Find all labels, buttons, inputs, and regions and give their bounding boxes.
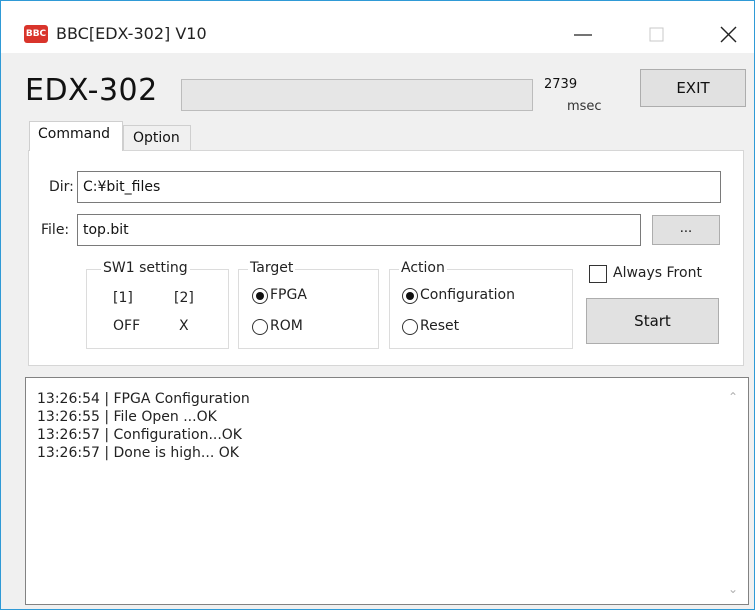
- app-logo-icon: BBC: [24, 25, 48, 43]
- radio-reset-label: Reset: [420, 318, 460, 334]
- sw1-col1-value: OFF: [113, 318, 141, 334]
- file-label: File:: [41, 222, 70, 238]
- progress-bar: [181, 79, 533, 111]
- sw1-col2-value: X: [179, 318, 189, 334]
- sw1-setting-group: SW1 setting [1] [2] OFF X: [86, 260, 229, 349]
- target-title: Target: [248, 260, 296, 276]
- start-button[interactable]: Start: [586, 298, 719, 344]
- target-group: Target FPGA ROM: [238, 260, 379, 349]
- minimize-button[interactable]: [559, 15, 607, 53]
- elapsed-time-unit: msec: [567, 99, 602, 114]
- browse-button[interactable]: ...: [652, 215, 720, 245]
- device-name-heading: EDX-302: [25, 73, 158, 108]
- close-button[interactable]: [705, 15, 753, 53]
- command-panel: Dir: C:¥bit_files File: top.bit ... SW1 …: [28, 150, 744, 366]
- log-line: 13:26:57 | Configuration...OK: [37, 427, 242, 443]
- radio-fpga[interactable]: [252, 288, 268, 304]
- always-front-checkbox[interactable]: [589, 265, 607, 283]
- main-window: BBC BBC[EDX-302] V10 EDX-302 2739 msec E…: [0, 0, 755, 610]
- maximize-button[interactable]: [633, 15, 681, 53]
- elapsed-time-value: 2739: [544, 77, 578, 92]
- action-title: Action: [399, 260, 447, 276]
- scroll-up-icon[interactable]: ⌃: [728, 390, 738, 404]
- radio-selected-dot: [256, 292, 264, 300]
- log-output[interactable]: 13:26:54 | FPGA Configuration 13:26:55 |…: [25, 377, 749, 605]
- radio-rom-label: ROM: [270, 318, 303, 334]
- radio-configuration-label: Configuration: [420, 287, 515, 303]
- radio-reset[interactable]: [402, 319, 418, 335]
- log-line: 13:26:54 | FPGA Configuration: [37, 391, 250, 407]
- maximize-icon: [649, 27, 664, 42]
- radio-configuration[interactable]: [402, 288, 418, 304]
- file-input[interactable]: top.bit: [77, 214, 641, 246]
- log-line: 13:26:55 | File Open ...OK: [37, 409, 217, 425]
- scroll-down-icon[interactable]: ⌄: [728, 582, 738, 596]
- radio-selected-dot: [406, 292, 414, 300]
- title-bar: BBC BBC[EDX-302] V10: [1, 1, 754, 53]
- minimize-icon: [574, 34, 592, 36]
- dir-input[interactable]: C:¥bit_files: [77, 171, 721, 203]
- sw1-col1-header: [1]: [113, 290, 133, 306]
- always-front-label: Always Front: [613, 265, 702, 281]
- action-group: Action Configuration Reset: [389, 260, 573, 349]
- sw1-setting-title: SW1 setting: [101, 260, 190, 276]
- tab-option[interactable]: Option: [123, 125, 191, 151]
- close-icon: [720, 26, 737, 43]
- log-line: 13:26:57 | Done is high... OK: [37, 445, 239, 461]
- radio-fpga-label: FPGA: [270, 287, 307, 303]
- exit-button[interactable]: EXIT: [640, 69, 746, 107]
- radio-rom[interactable]: [252, 319, 268, 335]
- log-lines: 13:26:54 | FPGA Configuration 13:26:55 |…: [37, 390, 250, 462]
- tab-command[interactable]: Command: [29, 121, 123, 151]
- window-title: BBC[EDX-302] V10: [56, 24, 207, 43]
- sw1-col2-header: [2]: [174, 290, 194, 306]
- dir-label: Dir:: [49, 179, 74, 195]
